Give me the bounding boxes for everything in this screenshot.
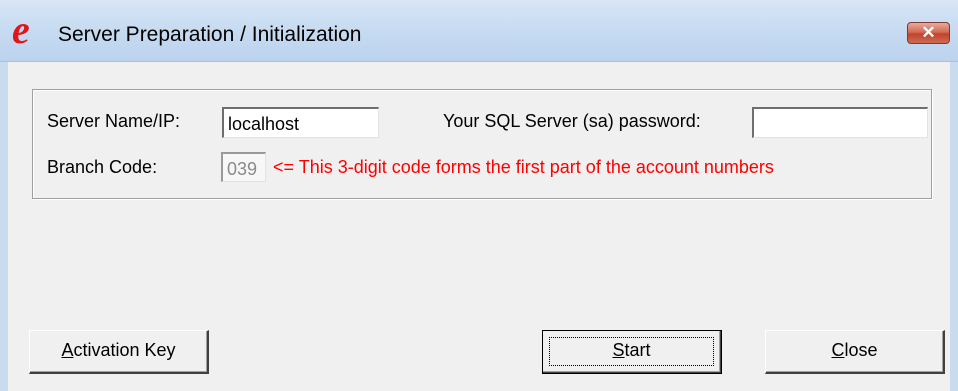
app-e-icon: e <box>12 7 30 52</box>
close-button-label: Close <box>831 340 878 360</box>
branch-code-hint: <= This 3-digit code forms the first par… <box>273 157 774 177</box>
start-button[interactable]: Start <box>542 330 722 374</box>
start-button-label: Start <box>612 340 651 360</box>
server-name-input[interactable] <box>222 107 379 138</box>
branch-code-input <box>221 152 266 182</box>
dialog-client-area: Server Name/IP: Your SQL Server (sa) pas… <box>8 62 950 391</box>
close-button[interactable]: Close <box>765 330 945 374</box>
title-bar[interactable]: e Server Preparation / Initialization ✕ <box>0 0 958 62</box>
sql-password-input[interactable] <box>752 107 928 138</box>
close-window-button[interactable]: ✕ <box>907 22 950 44</box>
server-name-label: Server Name/IP: <box>47 111 181 131</box>
window-frame-right <box>950 62 958 391</box>
server-preparation-window: e Server Preparation / Initialization ✕ … <box>0 0 958 391</box>
sql-password-label: Your SQL Server (sa) password: <box>443 111 701 131</box>
close-icon: ✕ <box>921 23 936 42</box>
activation-key-button-label: Activation Key <box>61 340 176 360</box>
window-frame-left <box>0 62 8 391</box>
window-title: Server Preparation / Initialization <box>58 23 362 46</box>
branch-code-label: Branch Code: <box>47 157 158 177</box>
settings-group-box: Server Name/IP: Your SQL Server (sa) pas… <box>32 89 932 199</box>
activation-key-button[interactable]: Activation Key <box>29 330 209 374</box>
